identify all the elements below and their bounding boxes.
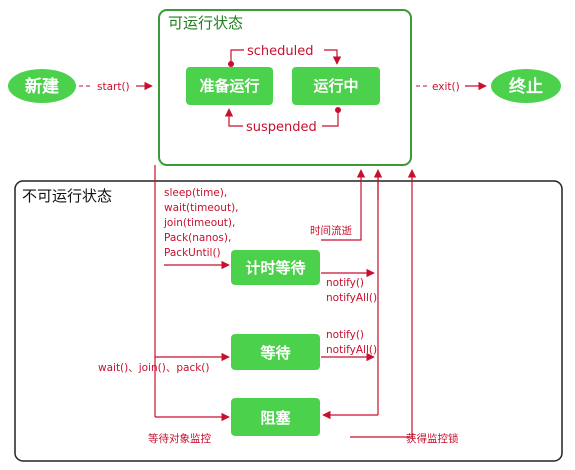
label-notify-wait-2: notifyAll()	[326, 344, 377, 356]
label-sleep-5: PackUntil()	[164, 247, 221, 259]
state-ready-label: 准备运行	[199, 77, 259, 95]
label-suspended: suspended	[246, 120, 317, 135]
label-start: start()	[97, 81, 130, 93]
label-exit: exit()	[432, 81, 460, 93]
label-time-elapsed: 时间流逝	[310, 224, 352, 237]
label-sleep-4: Pack(nanos),	[164, 232, 231, 244]
label-notify-timed-1: notify()	[326, 277, 364, 289]
state-timed-waiting-label: 计时等待	[245, 259, 305, 277]
state-terminated-label: 终止	[509, 76, 543, 97]
state-blocked-label: 阻塞	[260, 409, 291, 427]
state-waiting-label: 等待	[260, 344, 290, 362]
label-acquire-lock: 获得监控锁	[406, 432, 459, 445]
runnable-region-title: 可运行状态	[168, 14, 243, 32]
state-running-label: 运行中	[313, 77, 358, 95]
thread-state-diagram: 可运行状态 不可运行状态 新建 终止 准备运行 运行中 计时等待 等待 阻塞 s…	[8, 9, 563, 462]
label-wait-monitor: 等待对象监控	[148, 432, 211, 445]
label-scheduled: scheduled	[247, 44, 314, 59]
label-notify-timed-2: notifyAll()	[326, 292, 377, 304]
label-sleep-3: join(timeout),	[163, 217, 235, 229]
state-new-label: 新建	[25, 76, 59, 97]
label-wait-join-pack: wait()、join()、pack()	[98, 362, 210, 374]
label-notify-wait-1: notify()	[326, 329, 364, 341]
not-runnable-region-title: 不可运行状态	[22, 187, 112, 205]
label-sleep-1: sleep(time),	[164, 187, 227, 199]
label-sleep-2: wait(timeout),	[164, 202, 239, 214]
